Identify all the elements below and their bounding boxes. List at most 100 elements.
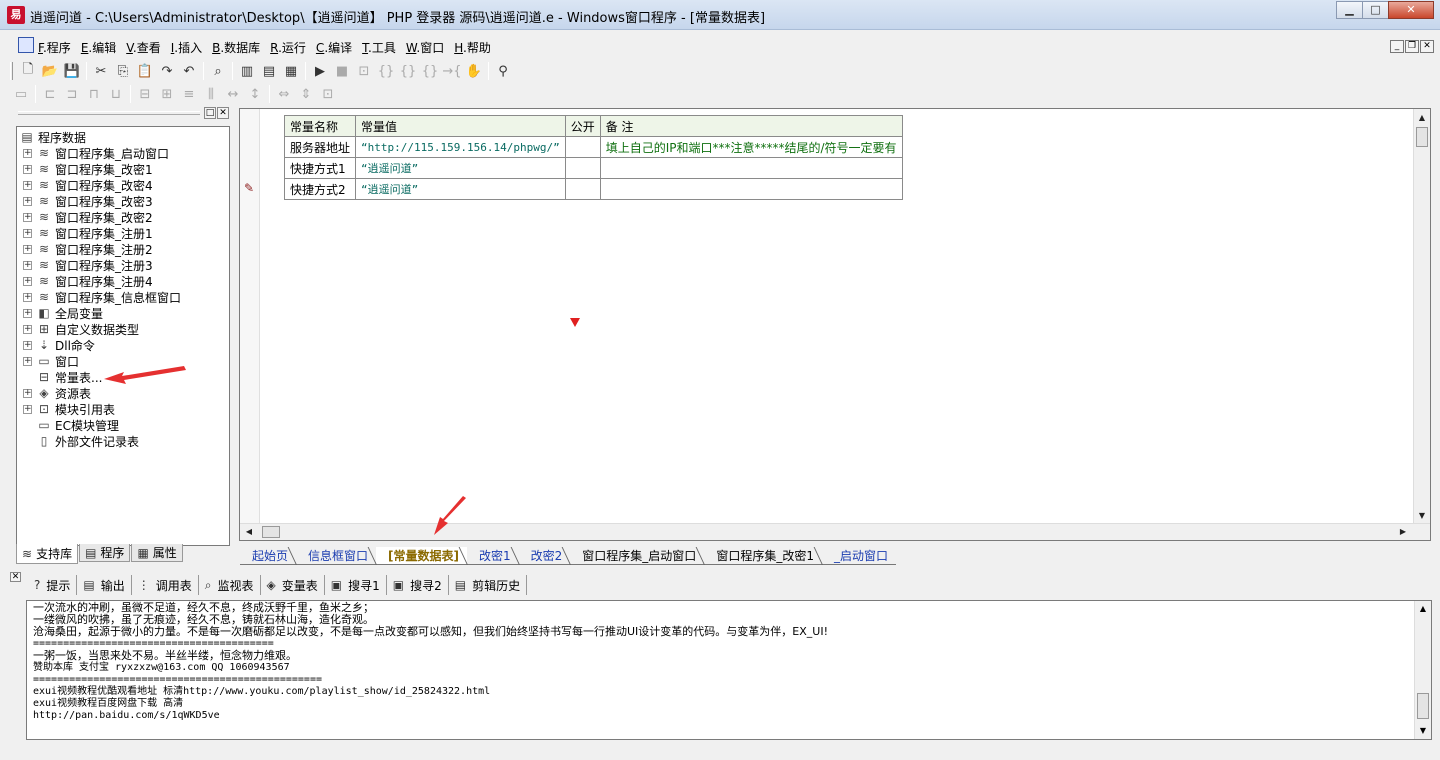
center-horizontal-icon[interactable]: ⊟ xyxy=(134,84,156,104)
output-tab[interactable]: ▣ 搜寻2 xyxy=(387,575,449,595)
editor-tab[interactable]: [常量数据表] xyxy=(376,547,468,565)
hand-icon[interactable]: ✋ xyxy=(463,61,485,81)
panel-pin-button[interactable]: □ xyxy=(204,107,216,119)
scroll-right-icon[interactable]: ▶ xyxy=(1396,525,1410,539)
output-scroll-down-icon[interactable]: ▼ xyxy=(1416,724,1430,738)
tree-item[interactable]: + ≋ 窗口程序集_改密4 xyxy=(23,177,153,193)
output-tab[interactable]: ⋮ 调用表 xyxy=(132,575,199,595)
expand-toggle-icon[interactable]: + xyxy=(23,164,32,174)
layout-top-icon[interactable]: ▤ xyxy=(258,61,280,81)
tree-item[interactable]: + ◧ 全局变量 xyxy=(23,305,103,321)
menu-item[interactable]: R.运行 xyxy=(270,39,306,56)
editor-tab[interactable]: _启动窗口 xyxy=(821,547,896,565)
expand-toggle-icon[interactable]: + xyxy=(23,196,32,206)
expand-toggle-icon[interactable]: + xyxy=(23,388,32,398)
tree-item[interactable]: + ≋ 窗口程序集_注册2 xyxy=(23,241,153,257)
expand-toggle-icon[interactable]: + xyxy=(23,340,32,350)
run-to-cursor-icon[interactable]: →{ xyxy=(441,61,463,81)
column-header[interactable]: 常量值 xyxy=(355,115,566,137)
cut-icon[interactable]: ✂ xyxy=(90,61,112,81)
output-tab[interactable]: ◈ 变量表 xyxy=(261,575,325,595)
table-row[interactable]: 快捷方式2 “逍遥问道” xyxy=(283,178,903,200)
layout-left-icon[interactable]: ▥ xyxy=(236,61,258,81)
editor-tab[interactable]: 信息框窗口 xyxy=(296,547,377,565)
constant-table[interactable]: 常量名称 常量值 公开备 注 服务器地址 “http://115.159.156.14… xyxy=(283,115,903,200)
align-right-icon[interactable]: ⊐ xyxy=(61,84,83,104)
editor-tab[interactable]: 窗口程序集_改密1 xyxy=(704,547,822,565)
same-size-icon[interactable]: ⊡ xyxy=(317,84,339,104)
save-icon[interactable]: 💾 xyxy=(61,61,83,81)
constant-name-cell[interactable]: 快捷方式1 xyxy=(283,157,357,179)
tree-item[interactable]: + ≋ 窗口程序集_改密2 xyxy=(23,209,153,225)
panel-tab[interactable]: ▤ 程序 xyxy=(79,544,131,562)
scroll-thumb[interactable] xyxy=(1416,127,1428,147)
tree-item[interactable]: + ◈ 资源表 xyxy=(23,385,91,401)
panel-tab[interactable]: ≋ 支持库 xyxy=(16,544,79,564)
tree-item[interactable]: + ▭ 窗口 xyxy=(23,353,79,369)
output-tab[interactable]: ? 提示 xyxy=(28,575,78,595)
tree-item[interactable]: ⊟ 常量表... xyxy=(23,369,102,385)
tree-item[interactable]: ▯ 外部文件记录表 xyxy=(23,433,139,449)
expand-toggle-icon[interactable]: + xyxy=(23,292,32,302)
space-even-icon[interactable]: ≡ xyxy=(178,84,200,104)
table-row[interactable]: 服务器地址 “http://115.159.156.14/phpwg/” 填上自己的… xyxy=(283,136,903,158)
expand-toggle-icon[interactable]: + xyxy=(23,324,32,334)
output-scroll-thumb[interactable] xyxy=(1417,693,1429,719)
expand-toggle-icon[interactable]: + xyxy=(23,212,32,222)
close-button[interactable]: ✕ xyxy=(1388,1,1434,19)
constant-public-cell[interactable] xyxy=(564,178,601,200)
binoculars-icon[interactable]: ⚲ xyxy=(492,61,514,81)
maximize-button[interactable]: □ xyxy=(1362,1,1389,19)
output-tab[interactable]: ▣ 搜寻1 xyxy=(325,575,387,595)
tree-item[interactable]: + ⇣ Dll命令 xyxy=(23,337,95,353)
expand-toggle-icon[interactable]: + xyxy=(23,228,32,238)
tree-item[interactable]: + ≋ 窗口程序集_信息框窗口 xyxy=(23,289,181,305)
output-tab[interactable]: ▤ 输出 xyxy=(77,575,132,595)
toolbar-grip[interactable] xyxy=(10,62,13,80)
form-icon[interactable]: ▭ xyxy=(10,84,32,104)
scroll-left-icon[interactable]: ◀ xyxy=(242,525,256,539)
constant-public-cell[interactable] xyxy=(564,157,601,179)
editor-horizontal-scrollbar[interactable]: ◀ ▶ xyxy=(240,523,1430,540)
output-tab[interactable]: ⌕ 监视表 xyxy=(199,575,261,595)
tree-item[interactable]: ▤ 程序数据 xyxy=(19,129,86,145)
undo-icon[interactable]: ↶ xyxy=(178,61,200,81)
align-top-icon[interactable]: ⊓ xyxy=(83,84,105,104)
constant-public-cell[interactable] xyxy=(564,136,601,158)
layout-both-icon[interactable]: ▦ xyxy=(280,61,302,81)
menu-item[interactable]: B.数据库 xyxy=(212,39,260,56)
column-header[interactable]: 备 注 xyxy=(599,115,903,137)
menu-item[interactable]: W.窗口 xyxy=(406,39,444,56)
copy-icon[interactable]: ⎘ xyxy=(112,61,134,81)
stop-icon[interactable]: ■ xyxy=(331,61,353,81)
output-vertical-scrollbar[interactable]: ▲ ▼ xyxy=(1414,601,1431,739)
expand-toggle-icon[interactable]: + xyxy=(23,180,32,190)
constant-name-cell[interactable]: 服务器地址 xyxy=(283,136,357,158)
same-width-icon[interactable]: ⇔ xyxy=(273,84,295,104)
output-close-button[interactable]: ✕ xyxy=(10,572,21,582)
step-over-icon[interactable]: {} xyxy=(397,61,419,81)
output-tab[interactable]: ▤ 剪辑历史 xyxy=(449,575,528,595)
expand-toggle-icon[interactable]: + xyxy=(23,276,32,286)
tree-item[interactable]: + ≋ 窗口程序集_启动窗口 xyxy=(23,145,169,161)
expand-toggle-icon[interactable]: + xyxy=(23,148,32,158)
constant-note-cell[interactable] xyxy=(599,178,903,200)
step-into-icon[interactable]: {} xyxy=(375,61,397,81)
output-text[interactable]: ▲ ▼ 一次流水的冲刷，虽微不足道，经久不息，终成沃野千里，鱼米之乡； 一缕微风的… xyxy=(26,600,1432,740)
tree-item[interactable]: + ≋ 窗口程序集_注册1 xyxy=(23,225,153,241)
menu-item[interactable]: C.编译 xyxy=(316,39,352,56)
editor-tab[interactable]: 窗口程序集_启动窗口 xyxy=(570,547,705,565)
tree-item[interactable]: + ≋ 窗口程序集_注册3 xyxy=(23,257,153,273)
menu-item[interactable]: F.程序 xyxy=(38,39,71,56)
expand-toggle-icon[interactable]: + xyxy=(23,308,32,318)
tree-item[interactable]: ▭ EC模块管理 xyxy=(23,417,119,433)
menu-item[interactable]: V.查看 xyxy=(126,39,161,56)
mdi-close-button[interactable]: ✕ xyxy=(1420,40,1434,53)
constant-value-cell[interactable]: “逍遥问道” xyxy=(355,178,566,200)
editor-area[interactable]: ✎ 常量名称 常量值 公开备 注 服务器地址 “http://115.159.156.… xyxy=(239,108,1431,541)
hscroll-thumb[interactable] xyxy=(262,526,280,538)
same-height-icon[interactable]: ⇕ xyxy=(295,84,317,104)
panel-tab[interactable]: ▦ 属性 xyxy=(131,544,183,562)
output-scroll-up-icon[interactable]: ▲ xyxy=(1416,602,1430,616)
project-tree[interactable]: ▤ 程序数据 + ≋ 窗口程序集_启动窗口 + ≋ 窗口程序集_改密1 + ≋ 窗口程序集_改密4 +… xyxy=(16,126,230,546)
